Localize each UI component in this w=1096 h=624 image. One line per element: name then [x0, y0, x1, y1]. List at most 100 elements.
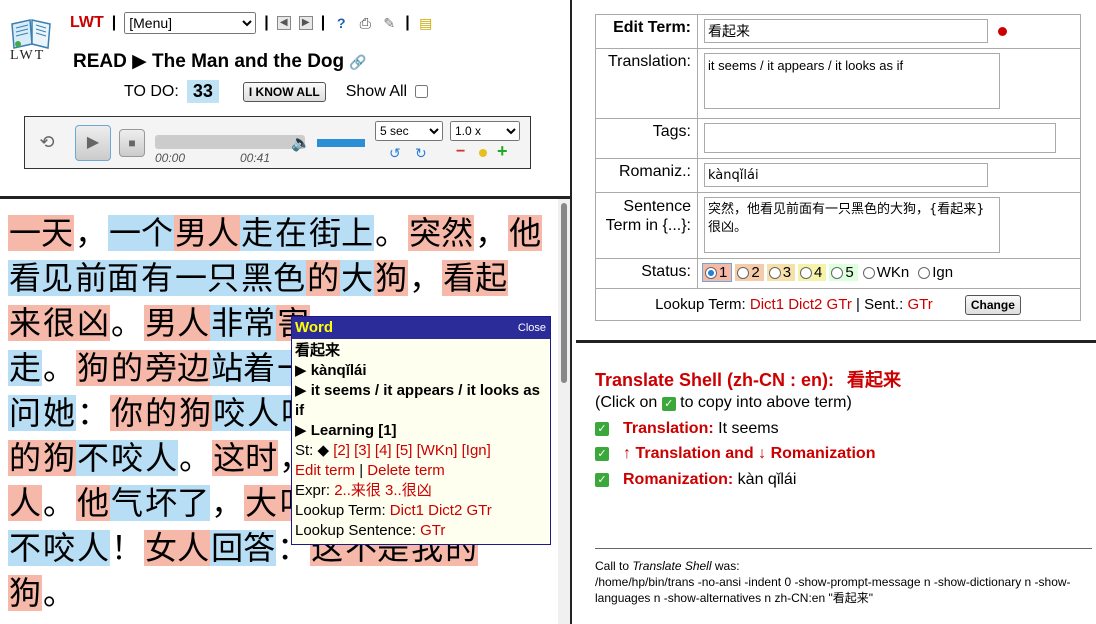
skip-select[interactable]: 5 sec: [375, 121, 443, 141]
word[interactable]: 气: [110, 485, 145, 521]
word[interactable]: 走: [240, 215, 275, 251]
word[interactable]: 他: [508, 215, 543, 251]
repeat-icon[interactable]: ⟲: [35, 131, 59, 153]
word[interactable]: 一只: [174, 260, 241, 296]
word[interactable]: 问: [8, 395, 43, 431]
progress-bar[interactable]: [155, 135, 305, 149]
i-know-all-button[interactable]: I KNOW ALL: [242, 81, 326, 102]
word[interactable]: 站着: [210, 350, 277, 386]
word[interactable]: 咬: [212, 395, 247, 431]
play-button[interactable]: ▶: [75, 125, 111, 161]
word[interactable]: 男人: [174, 215, 241, 251]
word[interactable]: 人: [8, 485, 43, 521]
word[interactable]: 凶: [76, 305, 111, 341]
word[interactable]: 非常: [210, 305, 277, 341]
word[interactable]: 来: [8, 305, 43, 341]
status-option-2[interactable]: 2: [735, 264, 764, 281]
frame-divider[interactable]: [576, 340, 1096, 343]
word[interactable]: 旁边: [144, 350, 211, 386]
word[interactable]: 咬: [42, 530, 77, 566]
status-radio[interactable]: [768, 267, 781, 280]
show-all-checkbox[interactable]: [415, 85, 429, 98]
speed-select[interactable]: 1.0 x: [450, 121, 520, 141]
word[interactable]: 不: [8, 530, 43, 566]
word[interactable]: 不: [76, 440, 111, 476]
word[interactable]: 一天: [8, 215, 75, 251]
change-button[interactable]: Change: [964, 295, 1021, 315]
word[interactable]: 黑色: [240, 260, 307, 296]
status-option-ign[interactable]: Ign: [916, 264, 958, 281]
translation-textarea[interactable]: it seems / it appears / it looks as if: [704, 53, 1000, 109]
slower-icon[interactable]: −: [456, 143, 465, 161]
word[interactable]: 的: [8, 440, 43, 476]
word[interactable]: 走: [8, 350, 43, 386]
status-option-4[interactable]: 4: [798, 264, 827, 281]
popup-lookup-term-links[interactable]: Dict1 Dict2 GTr: [390, 502, 492, 519]
lookup-term-links[interactable]: Dict1 Dict2 GTr: [750, 296, 852, 313]
word[interactable]: 狗: [42, 440, 77, 476]
word[interactable]: 有: [140, 260, 175, 296]
popup-status-links[interactable]: [2] [3] [4] [5] [WKn] [Ign]: [333, 442, 491, 459]
word[interactable]: 突然: [408, 215, 475, 251]
volume-slider[interactable]: [317, 139, 365, 147]
copy-romanization-icon[interactable]: ✓: [595, 473, 609, 487]
word[interactable]: 人: [144, 440, 179, 476]
word[interactable]: 看起: [442, 260, 509, 296]
lwt-home-link[interactable]: LWT: [70, 14, 104, 32]
link-icon[interactable]: 🔗: [349, 54, 366, 70]
menu-select[interactable]: [Menu]: [124, 12, 257, 34]
word[interactable]: 在: [274, 215, 309, 251]
status-radio[interactable]: [737, 267, 750, 280]
word[interactable]: 的: [110, 350, 145, 386]
word[interactable]: 大: [340, 260, 375, 296]
word[interactable]: 狗: [178, 395, 213, 431]
skip-back-icon[interactable]: ↺: [389, 145, 401, 162]
word[interactable]: 看见: [8, 260, 75, 296]
status-radio[interactable]: [831, 267, 844, 280]
word[interactable]: 坏了: [144, 485, 211, 521]
next-text-icon[interactable]: ▶: [298, 16, 313, 30]
sent-gtr-link[interactable]: GTr: [907, 296, 932, 313]
tags-input[interactable]: [704, 123, 1056, 153]
status-option-3[interactable]: 3: [766, 264, 796, 281]
word[interactable]: 她: [42, 395, 77, 431]
status-radio[interactable]: [800, 267, 813, 280]
popup-close-button[interactable]: Close: [518, 317, 546, 339]
word[interactable]: 咬: [110, 440, 145, 476]
word[interactable]: 人: [246, 395, 281, 431]
popup-expr-links[interactable]: 2..来很 3..很凶: [334, 482, 432, 499]
copy-trans-rom-icon[interactable]: ✓: [595, 447, 609, 461]
word[interactable]: 一个: [108, 215, 175, 251]
word[interactable]: 回答: [210, 530, 277, 566]
stop-button[interactable]: ■: [119, 129, 145, 157]
word[interactable]: 他: [76, 485, 111, 521]
popup-delete-term-link[interactable]: Delete term: [367, 462, 445, 479]
edit-text-icon[interactable]: ✎: [381, 15, 397, 31]
term-input[interactable]: [704, 19, 988, 43]
scrollbar[interactable]: [558, 199, 570, 624]
sentence-textarea[interactable]: 突然，他看见前面有一只黑色的大狗，{看起来}很凶。: [704, 197, 1000, 253]
print-icon[interactable]: ⎙: [357, 15, 373, 31]
word[interactable]: 狗: [374, 260, 409, 296]
new-text-icon[interactable]: ▤: [418, 15, 434, 31]
word[interactable]: 这时: [212, 440, 279, 476]
status-radio[interactable]: [705, 267, 717, 280]
word[interactable]: 的: [144, 395, 179, 431]
word[interactable]: 大: [244, 485, 279, 521]
word[interactable]: 女人: [144, 530, 211, 566]
word[interactable]: 的: [306, 260, 341, 296]
scrollbar-thumb[interactable]: [561, 203, 567, 383]
skip-forward-icon[interactable]: ↻: [415, 145, 427, 162]
word[interactable]: 男人: [144, 305, 211, 341]
status-radio[interactable]: [918, 267, 931, 280]
help-icon[interactable]: ?: [333, 15, 349, 31]
word[interactable]: 很: [42, 305, 77, 341]
word[interactable]: 狗: [76, 350, 111, 386]
popup-lookup-sentence-link[interactable]: GTr: [420, 522, 445, 539]
word[interactable]: 你: [110, 395, 145, 431]
prev-text-icon[interactable]: ◀: [276, 16, 291, 30]
word[interactable]: 人: [76, 530, 111, 566]
status-option-1[interactable]: 1: [702, 263, 733, 282]
status-option-wkn[interactable]: WKn: [860, 264, 914, 281]
romanization-input[interactable]: [704, 163, 988, 187]
